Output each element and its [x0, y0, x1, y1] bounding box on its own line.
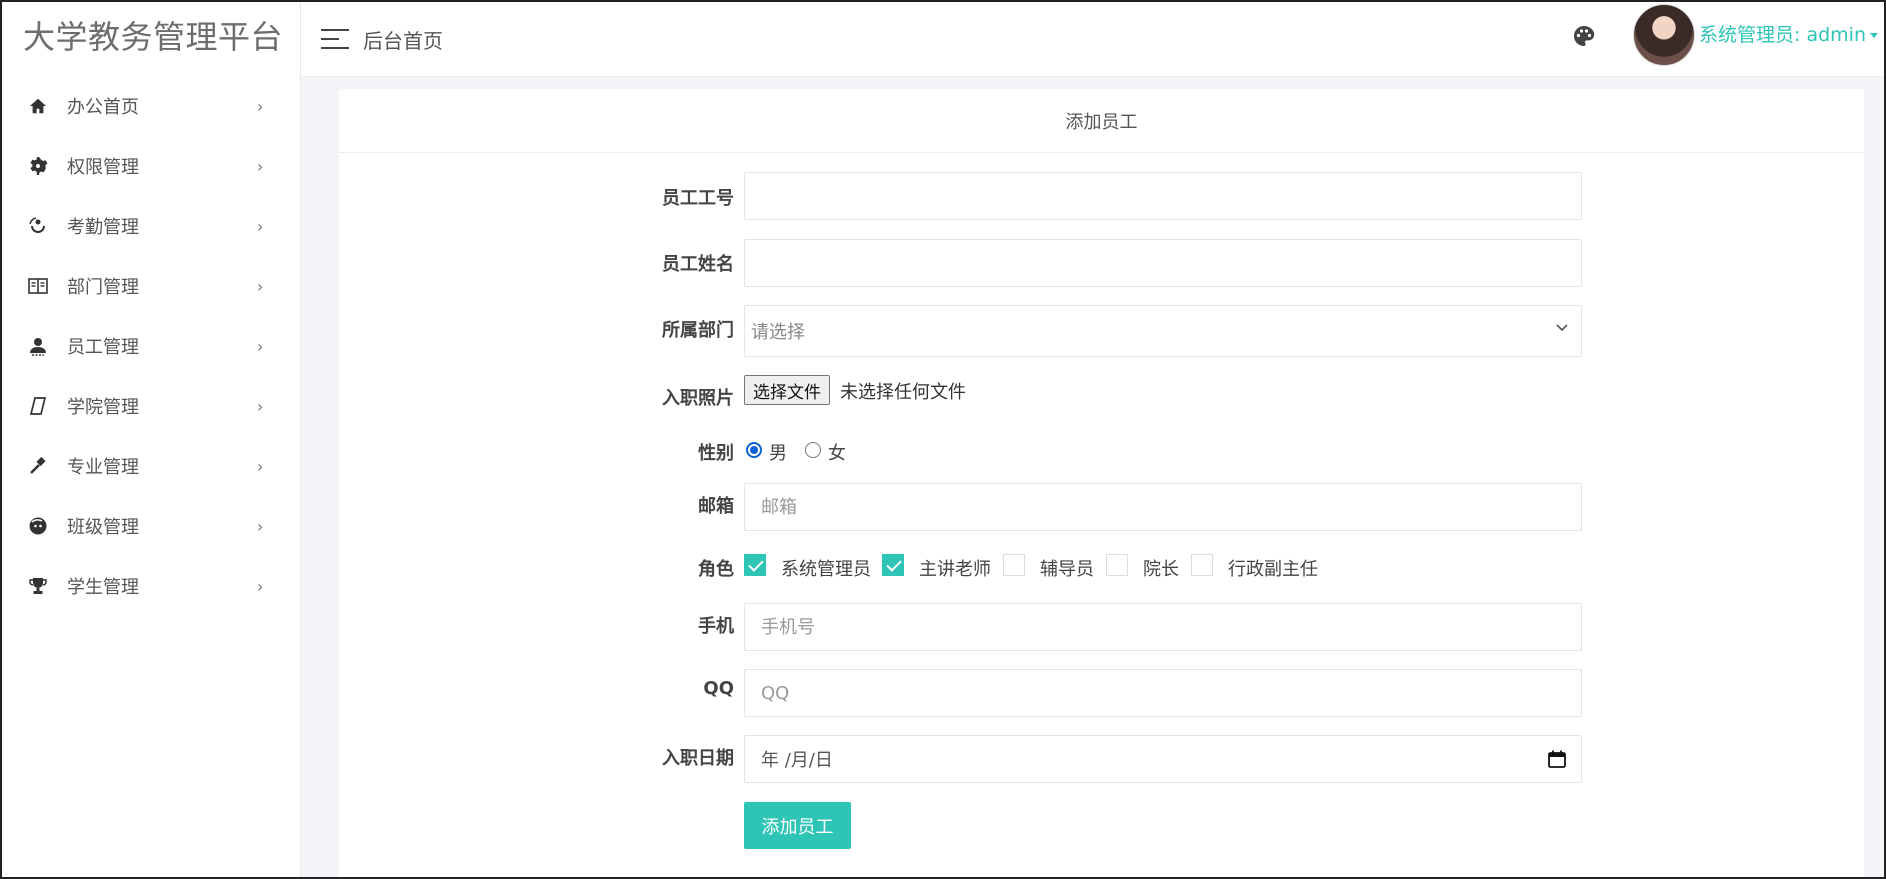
hire-date-input[interactable]: 年 /月/日: [744, 735, 1582, 783]
gender-female-radio[interactable]: [805, 442, 821, 458]
department-select[interactable]: 请选择: [744, 305, 1582, 357]
role-lecturer-label: 主讲老师: [919, 559, 991, 580]
gender-female-label: 女: [828, 443, 846, 464]
photo-label: 入职照片: [662, 388, 734, 409]
gender-male-radio[interactable]: [746, 442, 762, 458]
employee-no-input[interactable]: [744, 172, 1582, 220]
chevron-right-icon: ›: [257, 336, 264, 356]
sidebar-item-college[interactable]: 学院管理 ›: [2, 376, 300, 436]
gender-label: 性别: [698, 443, 734, 464]
qq-input[interactable]: [744, 669, 1582, 717]
sidebar-item-label: 学生管理: [67, 577, 139, 598]
menu-toggle-icon[interactable]: [321, 29, 349, 49]
choose-file-button[interactable]: 选择文件: [744, 375, 830, 405]
chevron-right-icon: ›: [257, 516, 264, 536]
sidebar-item-label: 办公首页: [67, 97, 139, 118]
sidebar-item-label: 班级管理: [67, 517, 139, 538]
sidebar-item-label: 考勤管理: [67, 217, 139, 238]
user-label: 系统管理员: admin: [1699, 24, 1866, 46]
department-icon: [27, 275, 49, 297]
chevron-right-icon: ›: [257, 396, 264, 416]
employee-name-input[interactable]: [744, 239, 1582, 287]
hire-date-display: 年 /月/日: [761, 750, 833, 771]
user-icon: [27, 335, 49, 357]
caret-down-icon: [1870, 33, 1878, 38]
add-employee-panel: 添加员工 员工工号 员工姓名 所属部门 请选择 入职照片 选择文件 未选择任何文…: [339, 89, 1864, 877]
top-bar: 后台首页 系统管理员: admin: [301, 2, 1884, 77]
role-sysadmin-label: 系统管理员: [781, 559, 871, 580]
app-title: 大学教务管理平台: [2, 2, 301, 68]
trophy-icon: [27, 575, 49, 597]
calendar-icon[interactable]: [1547, 749, 1567, 769]
palette-icon[interactable]: [1572, 24, 1596, 48]
employee-no-label: 员工工号: [662, 188, 734, 209]
qq-label: QQ: [703, 678, 734, 699]
add-employee-button[interactable]: 添加员工: [744, 802, 851, 849]
role-deputy-director-checkbox[interactable]: [1191, 554, 1213, 576]
sidebar-item-attendance[interactable]: 考勤管理 ›: [2, 196, 300, 256]
chevron-right-icon: ›: [257, 576, 264, 596]
phone-label: 手机: [698, 616, 734, 637]
chevron-right-icon: ›: [257, 216, 264, 236]
sidebar-item-label: 员工管理: [67, 337, 139, 358]
home-icon: [27, 95, 49, 117]
role-lecturer-checkbox[interactable]: [882, 554, 904, 576]
sidebar-item-permissions[interactable]: 权限管理 ›: [2, 136, 300, 196]
sidebar-item-label: 部门管理: [67, 277, 139, 298]
sidebar-item-label: 学院管理: [67, 397, 139, 418]
attendance-icon: [27, 215, 49, 237]
chevron-right-icon: ›: [257, 456, 264, 476]
role-deputy-director-label: 行政副主任: [1228, 559, 1318, 580]
email-label: 邮箱: [698, 496, 734, 517]
role-counselor-checkbox[interactable]: [1003, 554, 1025, 576]
department-label: 所属部门: [662, 320, 734, 341]
role-label: 角色: [698, 559, 734, 580]
gender-male-label: 男: [769, 443, 787, 464]
chevron-right-icon: ›: [257, 276, 264, 296]
gear-icon: [27, 155, 49, 177]
sidebar-item-label: 专业管理: [67, 457, 139, 478]
sidebar-item-employees[interactable]: 员工管理 ›: [2, 316, 300, 376]
class-icon: [27, 515, 49, 537]
user-menu[interactable]: 系统管理员: admin: [1699, 20, 1878, 47]
sidebar-item-major[interactable]: 专业管理 ›: [2, 436, 300, 496]
chevron-right-icon: ›: [257, 156, 264, 176]
sidebar-item-class[interactable]: 班级管理 ›: [2, 496, 300, 556]
file-status: 未选择任何文件: [840, 382, 966, 403]
hire-date-label: 入职日期: [662, 748, 734, 769]
chevron-right-icon: ›: [257, 96, 264, 116]
employee-name-label: 员工姓名: [662, 254, 734, 275]
sidebar-item-students[interactable]: 学生管理 ›: [2, 556, 300, 616]
role-dean-label: 院长: [1143, 559, 1179, 580]
department-selected: 请选择: [751, 322, 805, 343]
role-counselor-label: 辅导员: [1040, 559, 1094, 580]
panel-title: 添加员工: [339, 89, 1864, 153]
role-dean-checkbox[interactable]: [1106, 554, 1128, 576]
avatar[interactable]: [1633, 4, 1695, 66]
email-input[interactable]: [744, 483, 1582, 531]
sidebar-item-department[interactable]: 部门管理 ›: [2, 256, 300, 316]
sidebar-item-label: 权限管理: [67, 157, 139, 178]
sidebar-item-office-home[interactable]: 办公首页 ›: [2, 76, 300, 136]
sidebar: 办公首页 › 权限管理 › 考勤管理 › 部门管理 › 员工管理 › 学院管理 …: [2, 68, 301, 877]
home-link[interactable]: 后台首页: [363, 25, 443, 54]
chevron-down-icon: [1556, 324, 1568, 332]
college-icon: [27, 395, 49, 417]
phone-input[interactable]: [744, 603, 1582, 651]
role-sysadmin-checkbox[interactable]: [744, 554, 766, 576]
hammer-icon: [27, 455, 49, 477]
